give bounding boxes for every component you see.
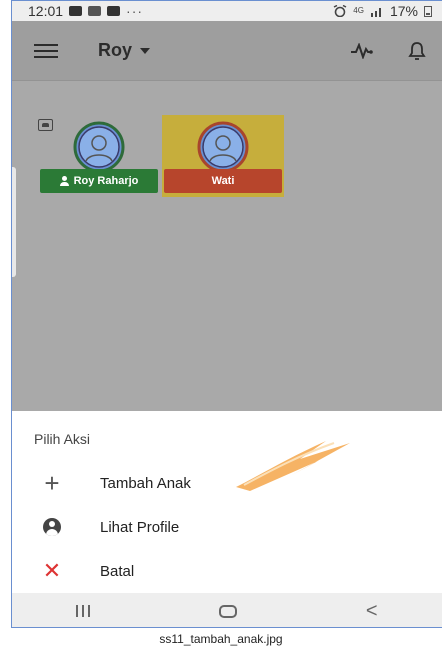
signal-icon xyxy=(370,7,381,17)
user-selector[interactable]: Roy xyxy=(98,40,151,61)
avatar xyxy=(197,121,249,173)
action-cancel[interactable]: ✕ Batal xyxy=(12,551,442,591)
notification-photo-icon xyxy=(69,6,83,16)
status-time: 12:01 xyxy=(28,3,64,19)
child-name: Wati xyxy=(211,175,235,187)
recent-apps-icon[interactable] xyxy=(76,605,91,617)
chevron-down-icon xyxy=(140,47,151,54)
image-caption: ss11_tambah_anak.jpg xyxy=(159,632,283,646)
status-bar: 12:01 ··· 4G 17% xyxy=(12,1,442,21)
bell-icon[interactable] xyxy=(408,41,426,61)
menu-icon[interactable] xyxy=(34,43,58,58)
battery-percent: 17% xyxy=(389,3,418,19)
drawer-handle[interactable] xyxy=(12,167,16,277)
network-type: 4G xyxy=(353,6,364,15)
child-name-badge: Wati xyxy=(164,169,282,193)
account-circle-icon xyxy=(43,518,61,536)
action-bottom-sheet: Pilih Aksi + Tambah Anak Lihat Profile ✕… xyxy=(12,411,442,593)
system-nav-bar: < xyxy=(12,593,442,627)
more-notifications-indicator: ··· xyxy=(126,3,144,19)
avatar xyxy=(73,121,125,173)
children-area: Roy Raharjo Wati xyxy=(12,81,442,411)
child-name-badge: Roy Raharjo xyxy=(40,169,158,193)
home-icon[interactable] xyxy=(219,604,238,618)
person-icon xyxy=(59,176,69,186)
close-icon: ✕ xyxy=(42,558,62,583)
battery-icon xyxy=(424,5,432,17)
child-name: Roy Raharjo xyxy=(73,175,139,187)
notification-gallery-icon xyxy=(88,6,102,16)
action-add-child[interactable]: + Tambah Anak xyxy=(12,463,442,503)
alarm-icon xyxy=(333,5,347,17)
phone-screen: 12:01 ··· 4G 17% Roy Roy Raharjo Wati Pi… xyxy=(11,0,442,628)
child-card-wati[interactable]: Wati xyxy=(162,115,284,197)
action-view-profile[interactable]: Lihat Profile xyxy=(12,507,442,547)
back-icon[interactable]: < xyxy=(366,601,378,621)
app-bar: Roy xyxy=(12,21,442,81)
activity-icon[interactable] xyxy=(350,42,374,59)
plus-icon: + xyxy=(44,468,60,498)
user-name: Roy xyxy=(98,40,133,60)
action-label: Lihat Profile xyxy=(100,518,180,536)
sheet-title: Pilih Aksi xyxy=(34,431,91,447)
action-label: Batal xyxy=(100,562,135,580)
action-label: Tambah Anak xyxy=(100,474,191,492)
child-card-roy[interactable]: Roy Raharjo xyxy=(38,115,160,197)
notification-video-icon xyxy=(107,6,121,16)
